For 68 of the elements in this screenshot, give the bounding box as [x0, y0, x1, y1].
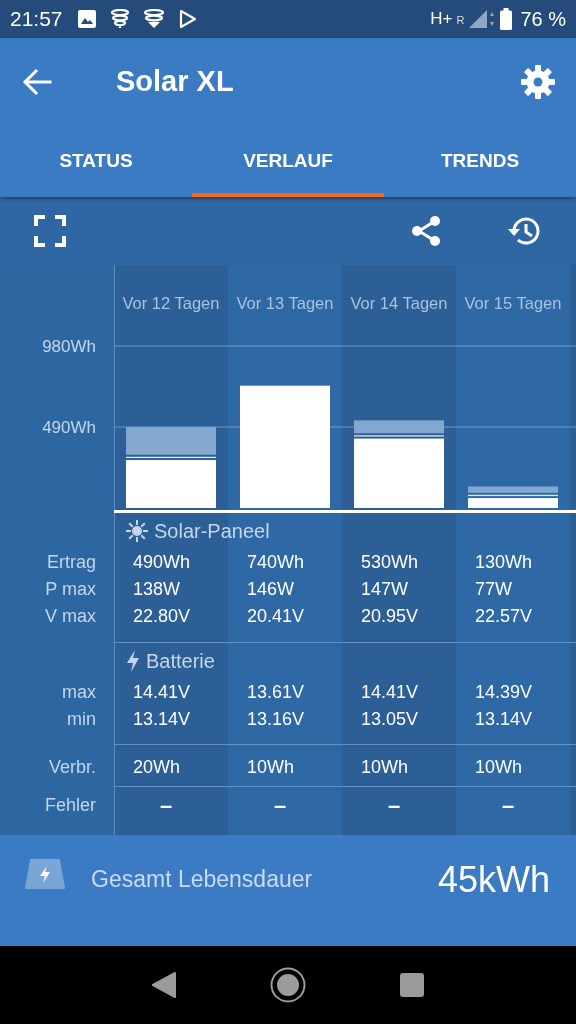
- row-label: Fehler: [43, 794, 97, 817]
- lightning-icon: [126, 650, 140, 672]
- table-cell-text: 20Wh: [132, 756, 182, 779]
- network-type: H+: [430, 9, 453, 29]
- table-cell-text: 13.05V: [360, 708, 420, 731]
- section-title: Batterie: [146, 649, 215, 673]
- category-label: Vor 13 Tagen: [236, 294, 334, 312]
- row-label: P max: [44, 578, 97, 601]
- home-nav-button[interactable]: [270, 967, 306, 1003]
- back-button[interactable]: [22, 67, 54, 96]
- table-cell-text: –: [273, 792, 288, 819]
- table-cell-text: –: [501, 792, 516, 819]
- sun-icon: [126, 520, 148, 542]
- roaming-indicator: R: [456, 13, 465, 26]
- table-cell-text: 13.14V: [474, 708, 534, 731]
- table-cell-text: 147W: [360, 578, 410, 601]
- battery-percentage: 76 %: [520, 7, 566, 31]
- table-cell-text: 138W: [132, 578, 182, 601]
- row-label: max: [61, 681, 97, 704]
- row-label: V max: [44, 605, 97, 628]
- tab[interactable]: STATUS: [0, 125, 192, 197]
- history-button[interactable]: [506, 215, 542, 247]
- lightning-icon: [25, 859, 65, 889]
- row-label: Verbr.: [47, 756, 97, 779]
- category-label: Vor 12 Tagen: [122, 294, 220, 312]
- screen-title: Solar XL: [116, 65, 235, 98]
- tab[interactable]: TRENDS: [384, 125, 576, 197]
- image-icon: [76, 9, 97, 29]
- table-cell-text: 13.61V: [246, 681, 306, 704]
- battery-icon: [500, 8, 513, 30]
- axis-label: 980Wh: [42, 337, 96, 356]
- row-label: min: [66, 708, 97, 731]
- lifetime-label: Gesamt Lebensdauer: [91, 866, 314, 893]
- table-cell-text: 530Wh: [360, 551, 420, 574]
- table-cell-text: 22.57V: [474, 605, 534, 628]
- table-cell-text: 10Wh: [360, 756, 410, 779]
- table-cell-text: 13.14V: [132, 708, 192, 731]
- share-button[interactable]: [410, 215, 442, 247]
- section-title: Solar-Paneel: [154, 519, 270, 543]
- lifetime-value: 45kWh: [437, 859, 550, 901]
- play-icon: [178, 9, 197, 29]
- table-cell-text: 13.16V: [246, 708, 306, 731]
- table-cell-text: 740Wh: [246, 551, 306, 574]
- table-cell-text: 14.41V: [132, 681, 192, 704]
- table-cell-text: 146W: [246, 578, 296, 601]
- swirl-icon: [110, 9, 129, 29]
- category-label: Vor 15 Tagen: [464, 294, 562, 312]
- signal-icon: [468, 9, 497, 29]
- table-cell-text: –: [159, 792, 174, 819]
- table-cell-text: 20.41V: [246, 605, 306, 628]
- table-cell-text: 130Wh: [474, 551, 534, 574]
- table-cell-text: 10Wh: [474, 756, 524, 779]
- back-nav-button[interactable]: [152, 972, 176, 998]
- row-label: Ertrag: [45, 551, 97, 574]
- table-cell-text: –: [387, 792, 402, 819]
- table-cell-text: 20.95V: [360, 605, 420, 628]
- table-cell-text: 14.39V: [474, 681, 534, 704]
- settings-button[interactable]: [520, 63, 556, 100]
- table-cell-text: 490Wh: [132, 551, 192, 574]
- table-cell-text: 10Wh: [246, 756, 296, 779]
- category-label: Vor 14 Tagen: [350, 294, 448, 312]
- table-cell-text: 14.41V: [360, 681, 420, 704]
- clock: 21:57: [10, 7, 63, 31]
- axis-label: 490Wh: [42, 418, 96, 437]
- table-cell-text: 22.80V: [132, 605, 192, 628]
- fullscreen-button[interactable]: [34, 215, 66, 247]
- table-cell-text: 77W: [474, 578, 513, 601]
- swirl-icon: [142, 9, 165, 29]
